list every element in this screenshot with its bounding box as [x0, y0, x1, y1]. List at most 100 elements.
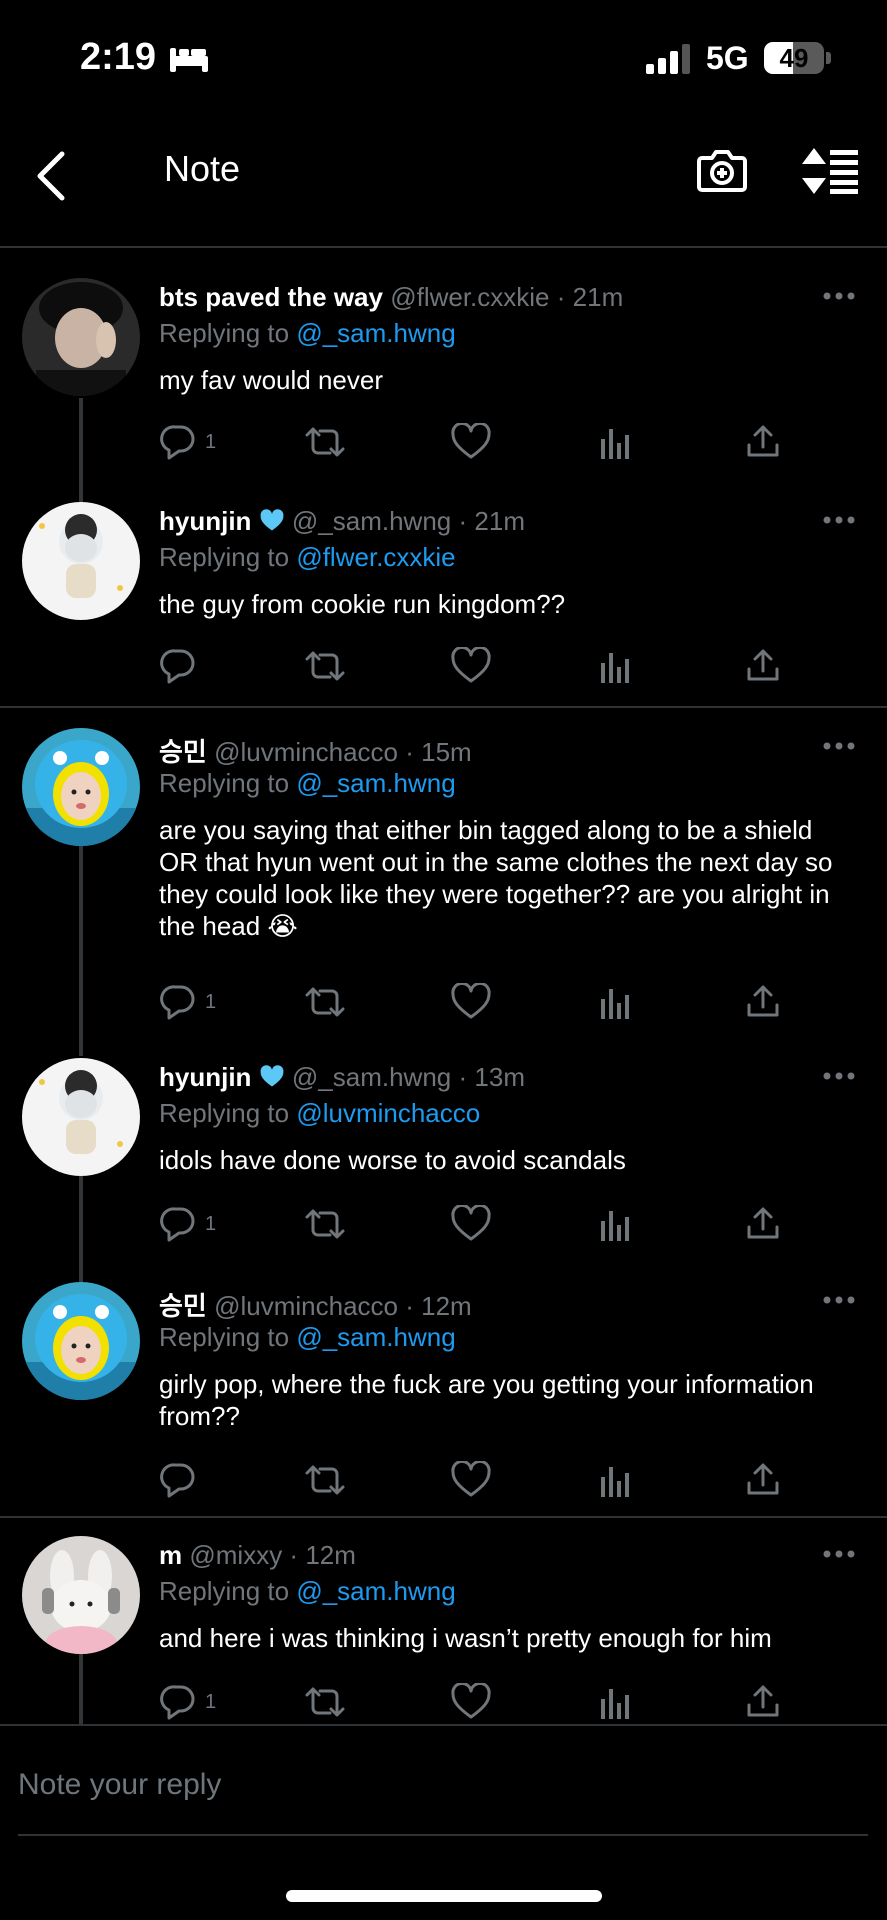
reply-header: m @mixxy · 12m	[159, 1540, 356, 1571]
status-bar: 2:19 5G 49	[0, 0, 887, 120]
like-icon	[451, 983, 491, 1019]
retweet-icon	[305, 651, 345, 681]
sort-icon[interactable]	[800, 146, 860, 196]
reply-button[interactable]	[159, 644, 205, 688]
reply-icon	[160, 1463, 195, 1498]
replying-label: Replying to	[159, 542, 290, 572]
user-handle[interactable]: @_sam.hwng	[292, 1062, 451, 1092]
action-bar	[159, 644, 799, 688]
views-button[interactable]	[599, 420, 633, 464]
user-handle[interactable]: @mixxy	[189, 1540, 282, 1570]
display-name[interactable]: m	[159, 1540, 182, 1570]
share-button[interactable]	[745, 644, 781, 688]
avatar[interactable]	[22, 1536, 140, 1654]
camera-plus-icon[interactable]	[696, 144, 748, 196]
thread-line	[79, 846, 83, 1056]
reply-button[interactable]: 1	[159, 1680, 216, 1724]
reply-text: my fav would never	[159, 365, 383, 395]
timestamp: 21m	[474, 506, 525, 536]
back-icon[interactable]	[30, 146, 74, 206]
share-icon	[747, 1207, 779, 1239]
views-button[interactable]	[599, 1680, 633, 1724]
action-bar: 1	[159, 980, 799, 1024]
timestamp: 21m	[572, 282, 624, 312]
retweet-button[interactable]	[303, 1680, 347, 1724]
views-button[interactable]	[599, 1202, 633, 1246]
like-button[interactable]	[451, 1458, 491, 1502]
home-indicator[interactable]	[286, 1890, 602, 1902]
user-handle[interactable]: @flwer.cxxkie	[390, 282, 549, 312]
battery-level: 49	[779, 43, 809, 73]
more-icon[interactable]	[822, 1070, 856, 1082]
more-icon[interactable]	[822, 290, 856, 302]
more-icon[interactable]	[822, 1548, 856, 1560]
reply-input[interactable]: Note your reply	[18, 1768, 221, 1802]
share-button[interactable]	[745, 980, 781, 1024]
thread-divider	[0, 1516, 887, 1518]
replying-to-line: Replying to @_sam.hwng	[159, 1576, 456, 1607]
share-button[interactable]	[745, 420, 781, 464]
reply-button[interactable]: 1	[159, 1202, 216, 1246]
reply-text: are you saying that either bin tagged al…	[159, 815, 833, 941]
share-icon	[747, 425, 779, 457]
display-name[interactable]: hyunjin	[159, 1062, 251, 1092]
reply-icon	[160, 425, 195, 460]
avatar[interactable]	[22, 1282, 140, 1400]
replying-to-link[interactable]: @_sam.hwng	[296, 768, 455, 798]
views-button[interactable]	[599, 1458, 633, 1502]
retweet-button[interactable]	[303, 1458, 347, 1502]
action-bar: 1	[159, 420, 799, 464]
action-bar	[159, 1458, 799, 1502]
avatar[interactable]	[22, 728, 140, 846]
more-icon[interactable]	[822, 740, 856, 752]
avatar[interactable]	[22, 502, 140, 620]
display-name[interactable]: bts paved the way	[159, 282, 383, 312]
separator-dot: ·	[556, 282, 566, 312]
replying-to-link[interactable]: @_sam.hwng	[296, 1322, 455, 1352]
replying-to-link[interactable]: @luvminchacco	[296, 1098, 480, 1128]
user-handle[interactable]: @luvminchacco	[214, 737, 398, 767]
replying-to-link[interactable]: @flwer.cxxkie	[296, 542, 455, 572]
retweet-button[interactable]	[303, 420, 347, 464]
avatar[interactable]	[22, 1058, 140, 1176]
user-handle[interactable]: @luvminchacco	[214, 1291, 398, 1321]
like-icon	[451, 1683, 491, 1719]
share-button[interactable]	[745, 1680, 781, 1724]
retweet-icon	[305, 1465, 345, 1495]
reply-composer[interactable]: Note your reply	[0, 1724, 887, 1836]
like-button[interactable]	[451, 980, 491, 1024]
more-icon[interactable]	[822, 514, 856, 526]
like-button[interactable]	[451, 1202, 491, 1246]
reply-text: the guy from cookie run kingdom??	[159, 589, 566, 619]
reply-button[interactable]: 1	[159, 980, 216, 1024]
like-button[interactable]	[451, 1680, 491, 1724]
replying-to-link[interactable]: @_sam.hwng	[296, 318, 455, 348]
timestamp: 12m	[421, 1291, 472, 1321]
views-button[interactable]	[599, 644, 633, 688]
like-button[interactable]	[451, 420, 491, 464]
more-icon[interactable]	[822, 1294, 856, 1306]
reply-header: hyunjin @_sam.hwng · 21m	[159, 506, 525, 537]
display-name[interactable]: hyunjin	[159, 506, 251, 536]
replying-to-link[interactable]: @_sam.hwng	[296, 1576, 455, 1606]
like-button[interactable]	[451, 644, 491, 688]
share-icon	[747, 1463, 779, 1495]
share-icon	[747, 985, 779, 1017]
retweet-button[interactable]	[303, 980, 347, 1024]
retweet-icon	[305, 427, 345, 457]
reply-button[interactable]	[159, 1458, 205, 1502]
reply-button[interactable]: 1	[159, 420, 216, 464]
retweet-button[interactable]	[303, 644, 347, 688]
share-button[interactable]	[745, 1458, 781, 1502]
user-handle[interactable]: @_sam.hwng	[292, 506, 451, 536]
reply-count: 1	[205, 1690, 217, 1713]
reply-icon	[160, 1685, 195, 1720]
views-button[interactable]	[599, 980, 633, 1024]
thread-line	[79, 1654, 83, 1724]
thread-line	[79, 398, 83, 502]
retweet-button[interactable]	[303, 1202, 347, 1246]
share-button[interactable]	[745, 1202, 781, 1246]
display-name[interactable]: 승민	[159, 737, 207, 767]
avatar[interactable]	[22, 278, 140, 396]
display-name[interactable]: 승민	[159, 1291, 207, 1321]
